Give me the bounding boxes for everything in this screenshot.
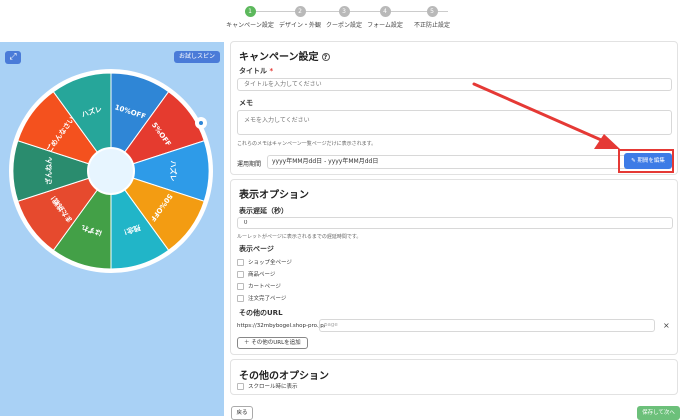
checkbox[interactable] (237, 271, 244, 278)
step-5[interactable]: 5 不正防止設定 (402, 6, 462, 29)
page-option-product[interactable]: 商品ページ (237, 270, 275, 278)
campaign-settings-title: キャンペーン設定? (239, 48, 330, 63)
delay-label: 表示遅延（秒） (239, 207, 288, 215)
scroll-display-option[interactable]: スクロール時に表示 (237, 382, 298, 390)
page-option-cart[interactable]: カートページ (237, 282, 281, 290)
period-label: 運用期間 (237, 161, 262, 168)
save-and-next-button[interactable]: 保存して次へ (637, 406, 680, 420)
other-url-label: その他のURL (239, 309, 283, 317)
other-options-title: その他のオプション (239, 371, 329, 382)
display-options-card: 表示オプション 表示遅延（秒） ルーレットがページに表示されるまでの遅延時間です… (230, 179, 678, 355)
checkbox[interactable] (237, 383, 244, 390)
roulette-wheel[interactable]: 10%OFF5%OFFハズレ50%OFF残念！はずれまた挑戦！ざんねんごめんなさ… (8, 68, 214, 274)
memo-label: メモ (239, 99, 253, 107)
display-pages-label: 表示ページ (239, 245, 274, 253)
url-prefix: https://32mbybogel.shop-pro.jp/ (237, 323, 326, 329)
wheel-pointer (195, 117, 207, 129)
delay-hint: ルーレットがページに表示されるまでの遅延時間です。 (237, 234, 362, 240)
plus-icon: ＋ (244, 340, 250, 346)
step-2-number: 2 (294, 6, 306, 17)
step-1-number: 1 (244, 6, 256, 17)
step-5-number: 5 (426, 6, 438, 17)
wheel-segment-label: ハズレ (169, 161, 178, 182)
checkbox[interactable] (237, 283, 244, 290)
checkbox[interactable] (237, 259, 244, 266)
wheel-center (87, 147, 135, 195)
step-5-label: 不正防止設定 (413, 22, 450, 29)
wheel-segment-label: ざんねん (44, 157, 53, 185)
close-icon[interactable]: × (663, 321, 670, 330)
title-label: タイトル * (239, 67, 274, 75)
page-option-all[interactable]: ショップ全ページ (237, 258, 292, 266)
step-3-number: 3 (338, 6, 350, 17)
expand-icon[interactable]: ⤢ (5, 51, 21, 64)
roulette-preview-panel: ⤢ お試しスピン 10%OFF 5%OFF ハズレ 50%OFF 残念！ はずれ また挑戦！… (0, 42, 224, 416)
display-options-title: 表示オプション (239, 190, 309, 201)
other-options-card: その他のオプション スクロール時に表示 (230, 359, 678, 395)
back-button[interactable]: 戻る (231, 406, 253, 420)
step-4-number: 4 (379, 6, 391, 17)
add-url-button[interactable]: ＋ その他のURLを追加 (237, 337, 308, 349)
trial-spin-button[interactable]: お試しスピン (173, 51, 220, 63)
delay-input[interactable] (237, 217, 673, 229)
red-arrow-annotation (472, 82, 620, 149)
checkbox[interactable] (237, 295, 244, 302)
stepper: 1 キャンペーン設定 2 デザイン・外観 3 クーポン設定 4 フォーム設定 5… (220, 6, 460, 34)
question-circle-icon[interactable]: ? (321, 53, 330, 61)
url-path-input[interactable]: page (319, 319, 655, 332)
memo-hint: これらのメモはキャンペーン一覧ページだけに表示されます。 (237, 141, 377, 147)
page-option-order-complete[interactable]: 注文完了ページ (237, 294, 286, 302)
